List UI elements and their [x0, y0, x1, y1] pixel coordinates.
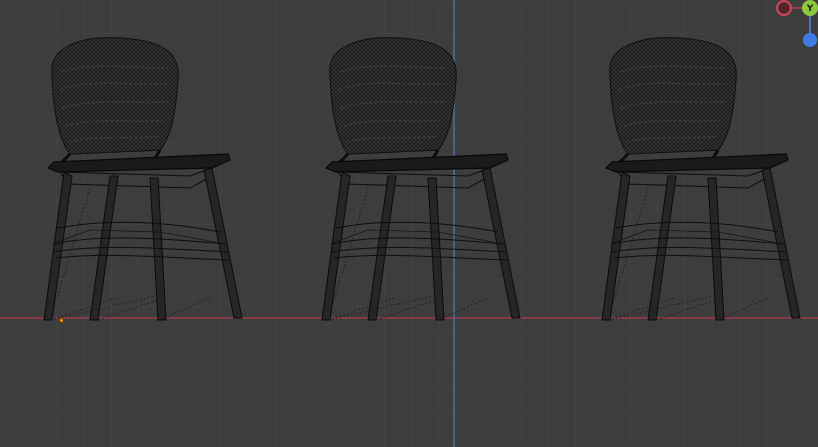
- viewport-scene[interactable]: [0, 0, 818, 447]
- navigation-gizmo[interactable]: Y: [758, 0, 818, 60]
- x-axis-handle-icon[interactable]: [776, 0, 792, 16]
- object-origin-marker[interactable]: [59, 318, 64, 323]
- 3d-viewport[interactable]: #chair-tpl{display:inline !important} Y: [0, 0, 818, 447]
- gizmo-y-label: Y: [806, 4, 814, 14]
- y-axis-handle-icon[interactable]: Y: [802, 0, 818, 16]
- z-axis-handle-icon[interactable]: [803, 33, 817, 47]
